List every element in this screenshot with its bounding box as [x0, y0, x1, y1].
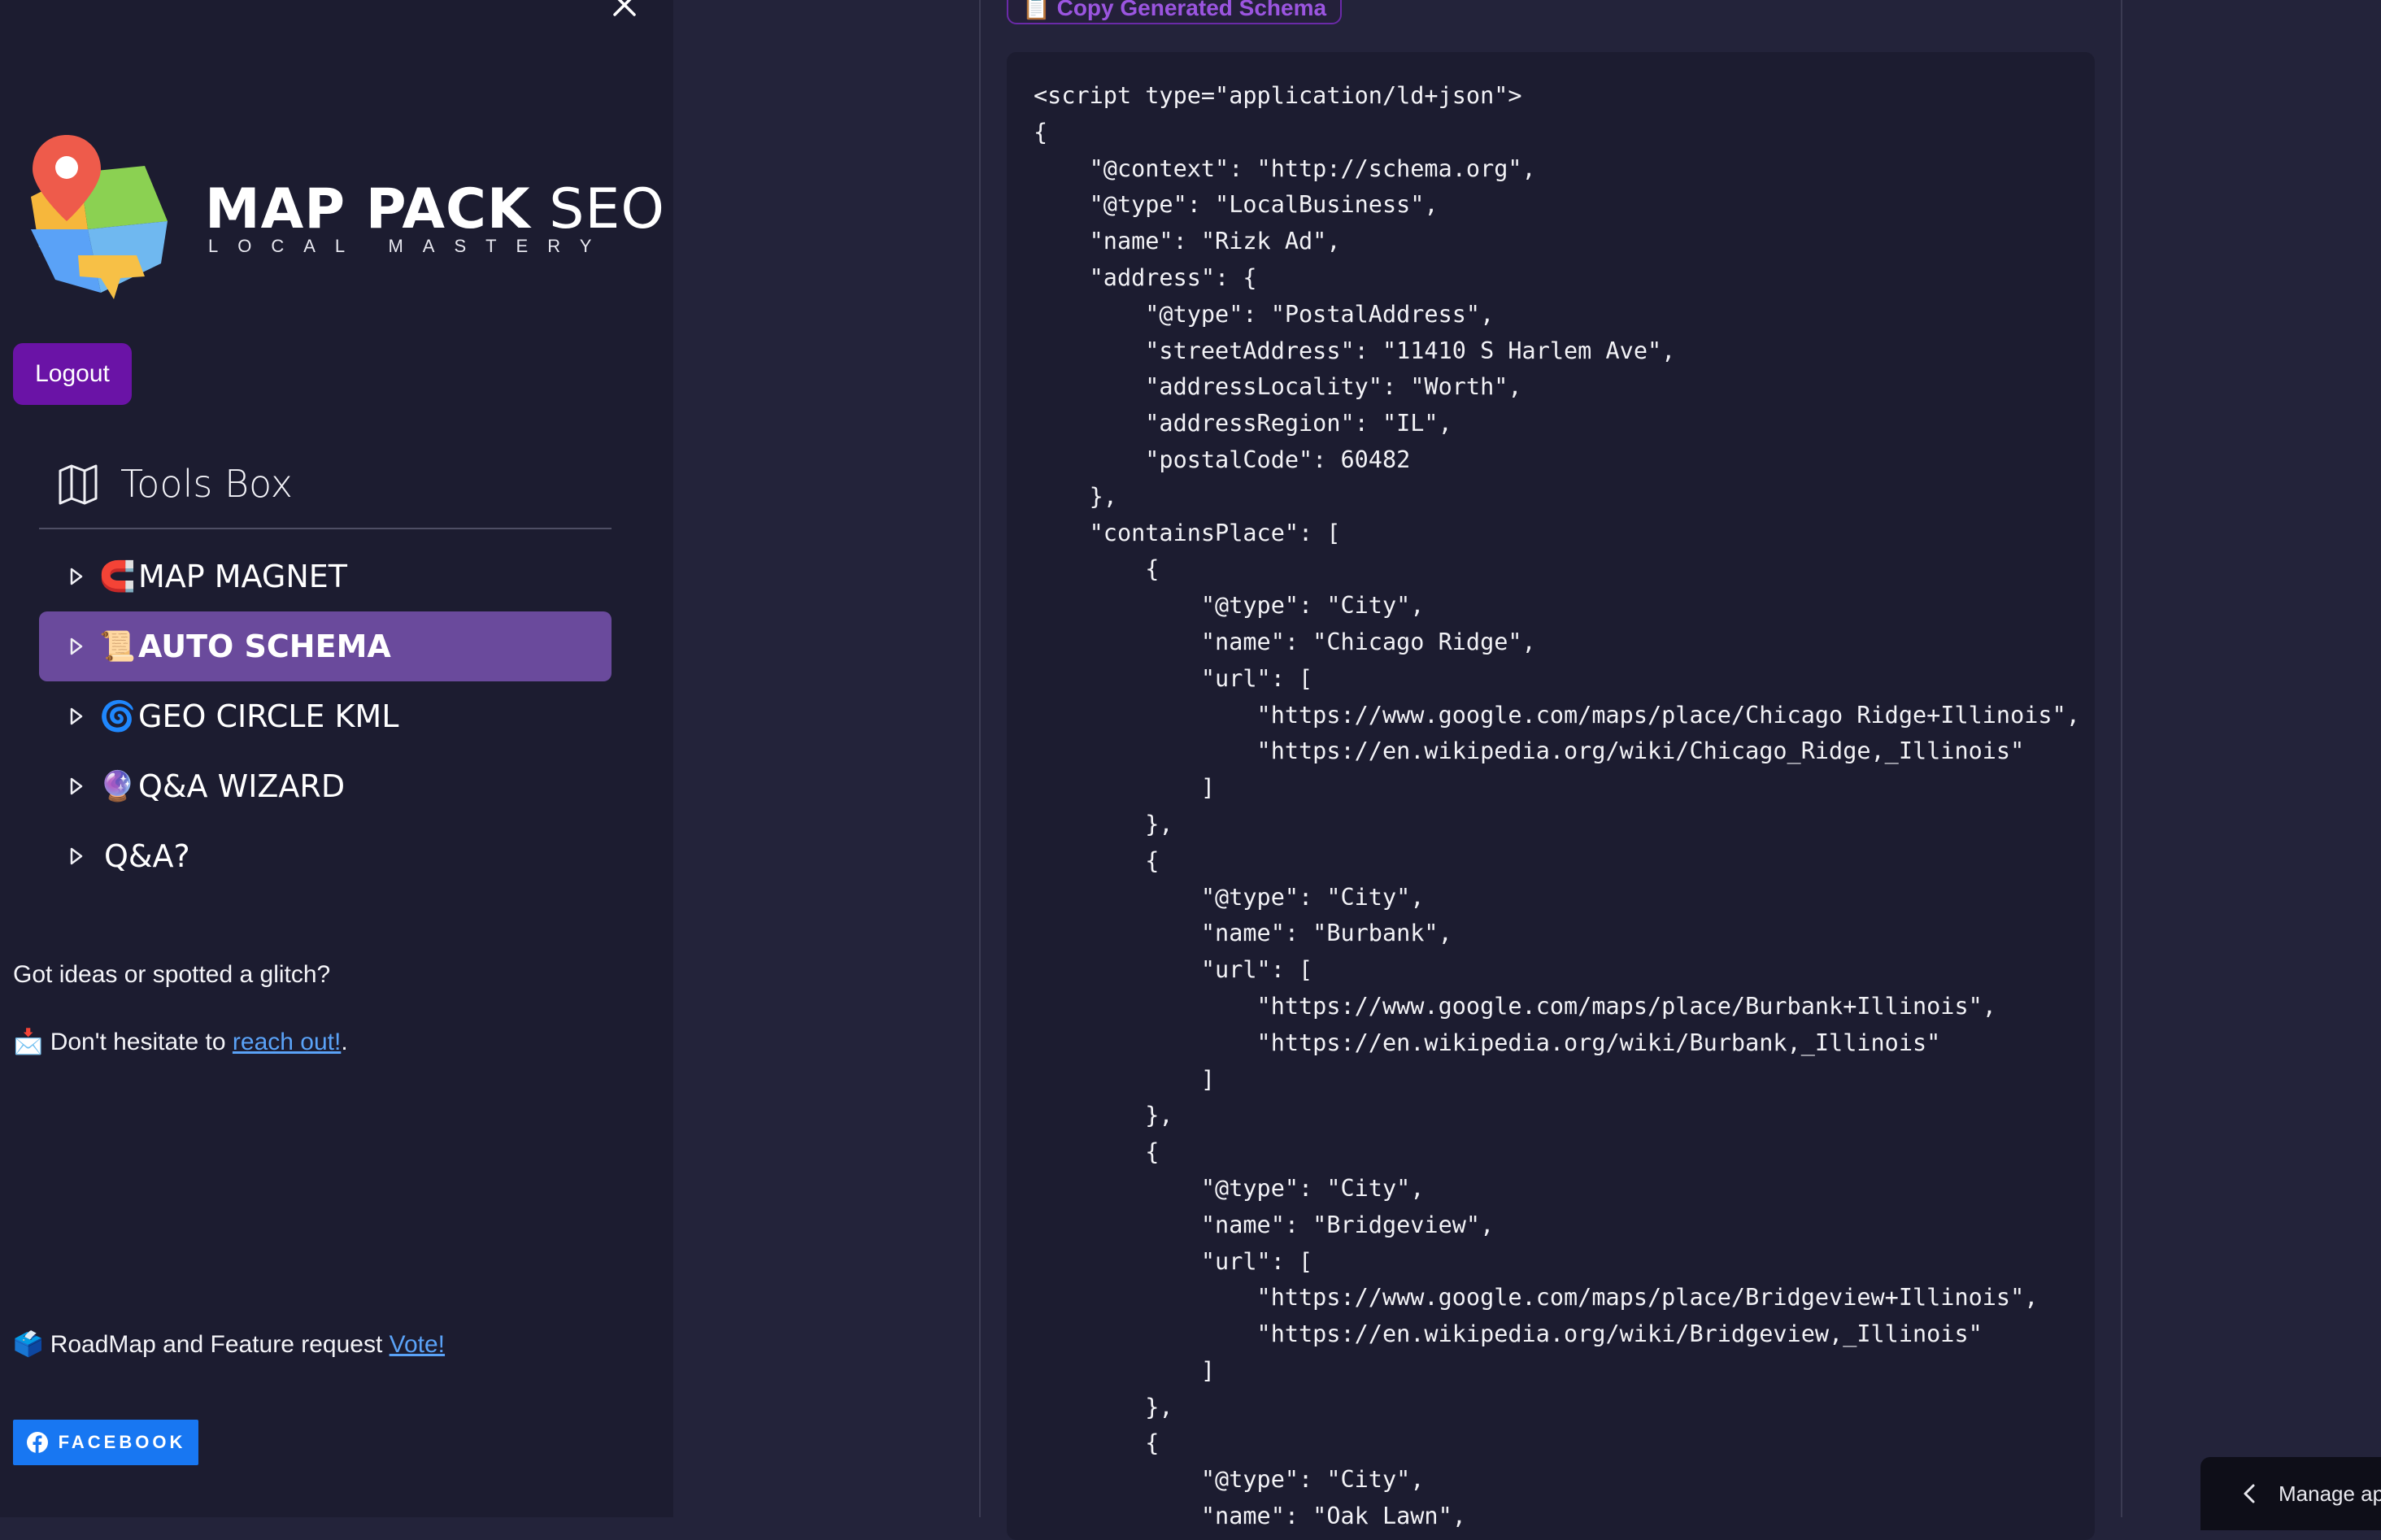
caret-right-icon: [70, 637, 94, 655]
nav-item-map-magnet[interactable]: 🧲 MAP MAGNET: [39, 542, 612, 611]
code-line: },: [1034, 1393, 1173, 1420]
code-line: "https://en.wikipedia.org/wiki/Bridgevie…: [1034, 1320, 1983, 1348]
code-line: "https://www.google.com/maps/place/Bridg…: [1034, 1284, 2039, 1312]
feedback-line: 📩 Don't hesitate to reach out!.: [13, 1028, 348, 1056]
code-line: ]: [1034, 1065, 1216, 1093]
brand-title-light: SEO: [549, 177, 665, 241]
code-line: <script type="application/ld+json">: [1034, 82, 1522, 109]
nav-item-label: Q&A WIZARD: [138, 768, 346, 804]
nav-item-geo-circle-kml[interactable]: 🌀 GEO CIRCLE KML: [39, 681, 612, 751]
nav-item-label: Q&A?: [104, 838, 190, 874]
divider: [39, 528, 612, 529]
code-line: "addressLocality": "Worth",: [1034, 373, 1522, 401]
brand-title: MAP PACK SEO: [205, 177, 665, 242]
code-line: "https://www.google.com/maps/place/Chica…: [1034, 701, 2080, 729]
manage-app-label: Manage app: [2279, 1481, 2381, 1506]
code-line: },: [1034, 1102, 1173, 1129]
code-line: "name": "Rizk Ad",: [1034, 228, 1341, 255]
code-line: "@type": "City",: [1034, 592, 1425, 620]
code-line: "@context": "http://schema.org",: [1034, 154, 1536, 182]
map-pin-logo: [31, 135, 168, 299]
cyclone-icon: 🌀: [99, 699, 136, 733]
chevron-left-icon: [2243, 1483, 2256, 1504]
brand-tagline: LOCAL MASTERY: [208, 236, 612, 256]
manage-app-button[interactable]: Manage app: [2200, 1457, 2381, 1530]
code-lines: <script type="application/ld+json"> { "@c…: [1034, 78, 2080, 1535]
nav-item-auto-schema[interactable]: 📜 AUTO SCHEMA: [39, 611, 612, 681]
nav-item-qa-wizard[interactable]: 🔮 Q&A WIZARD: [39, 751, 612, 821]
copy-schema-button[interactable]: 📋 Copy Generated Schema: [1007, 0, 1342, 24]
caret-right-icon: [70, 707, 94, 725]
nav-item-label: MAP MAGNET: [138, 559, 347, 594]
facebook-label: FACEBOOK: [58, 1432, 186, 1452]
code-line: "url": [: [1034, 664, 1313, 692]
code-line: "https://en.wikipedia.org/wiki/Burbank,_…: [1034, 1029, 1941, 1056]
code-line: "@type": "City",: [1034, 883, 1425, 911]
nav-item-label: GEO CIRCLE KML: [138, 698, 399, 734]
map-icon: [59, 464, 98, 505]
logout-button[interactable]: Logout: [13, 343, 132, 405]
code-line: ]: [1034, 1356, 1216, 1384]
vote-link[interactable]: Vote!: [390, 1331, 445, 1358]
code-line: "@type": "City",: [1034, 1466, 1425, 1494]
feedback-prefix: 📩 Don't hesitate to: [13, 1029, 233, 1055]
nav-item-label: AUTO SCHEMA: [138, 629, 391, 664]
sidebar: MAP PACK SEO LOCAL MASTERY Logout Tools …: [0, 0, 673, 1517]
crystal-ball-icon: 🔮: [99, 769, 136, 803]
code-line: "https://www.google.com/maps/place/Burba…: [1034, 992, 1996, 1020]
close-icon[interactable]: [608, 0, 641, 21]
code-line: "name": "Chicago Ridge",: [1034, 628, 1536, 655]
code-line: "streetAddress": "11410 S Harlem Ave",: [1034, 337, 1676, 364]
content-frame-left: [979, 0, 981, 1517]
roadmap-prefix: 🗳️ RoadMap and Feature request: [13, 1331, 390, 1358]
code-line: "@type": "City",: [1034, 1174, 1425, 1202]
facebook-icon: [26, 1432, 48, 1453]
magnet-icon: 🧲: [99, 559, 136, 593]
code-line: {: [1034, 846, 1160, 874]
reach-out-link[interactable]: reach out!: [233, 1029, 341, 1055]
roadmap-line: 🗳️ RoadMap and Feature request Vote!: [13, 1330, 445, 1359]
code-line: {: [1034, 1138, 1160, 1166]
code-line: "containsPlace": [: [1034, 519, 1341, 546]
code-line: "name": "Burbank",: [1034, 920, 1452, 947]
tools-box-label: Tools Box: [120, 462, 294, 506]
code-line: "url": [: [1034, 1247, 1313, 1275]
feedback-suffix: .: [341, 1029, 348, 1055]
scroll-icon: 📜: [99, 629, 136, 663]
feedback-question: Got ideas or spotted a glitch?: [13, 961, 331, 988]
code-line: "name": "Bridgeview",: [1034, 1211, 1495, 1238]
code-line: "@type": "PostalAddress",: [1034, 300, 1495, 328]
nav-item-qa[interactable]: Q&A?: [39, 821, 612, 891]
code-line: {: [1034, 1429, 1160, 1457]
code-line: "@type": "LocalBusiness",: [1034, 191, 1439, 219]
content-frame-right: [2121, 0, 2122, 1517]
caret-right-icon: [70, 777, 94, 795]
code-line: {: [1034, 555, 1160, 583]
caret-right-icon: [70, 568, 94, 585]
code-line: ]: [1034, 774, 1216, 802]
code-line: "postalCode": 60482: [1034, 446, 1411, 473]
tools-box-header: Tools Box: [57, 455, 293, 512]
code-line: },: [1034, 810, 1173, 837]
code-line: "https://en.wikipedia.org/wiki/Chicago_R…: [1034, 737, 2025, 765]
code-line: },: [1034, 482, 1117, 510]
brand-title-bold: MAP PACK: [205, 177, 531, 241]
code-line: "address": {: [1034, 263, 1257, 291]
code-line: {: [1034, 118, 1048, 146]
code-line: "name": "Oak Lawn",: [1034, 1503, 1466, 1530]
code-line: "addressRegion": "IL",: [1034, 410, 1452, 437]
caret-right-icon: [70, 847, 94, 865]
facebook-button[interactable]: FACEBOOK: [13, 1420, 198, 1465]
code-line: "url": [: [1034, 956, 1313, 984]
